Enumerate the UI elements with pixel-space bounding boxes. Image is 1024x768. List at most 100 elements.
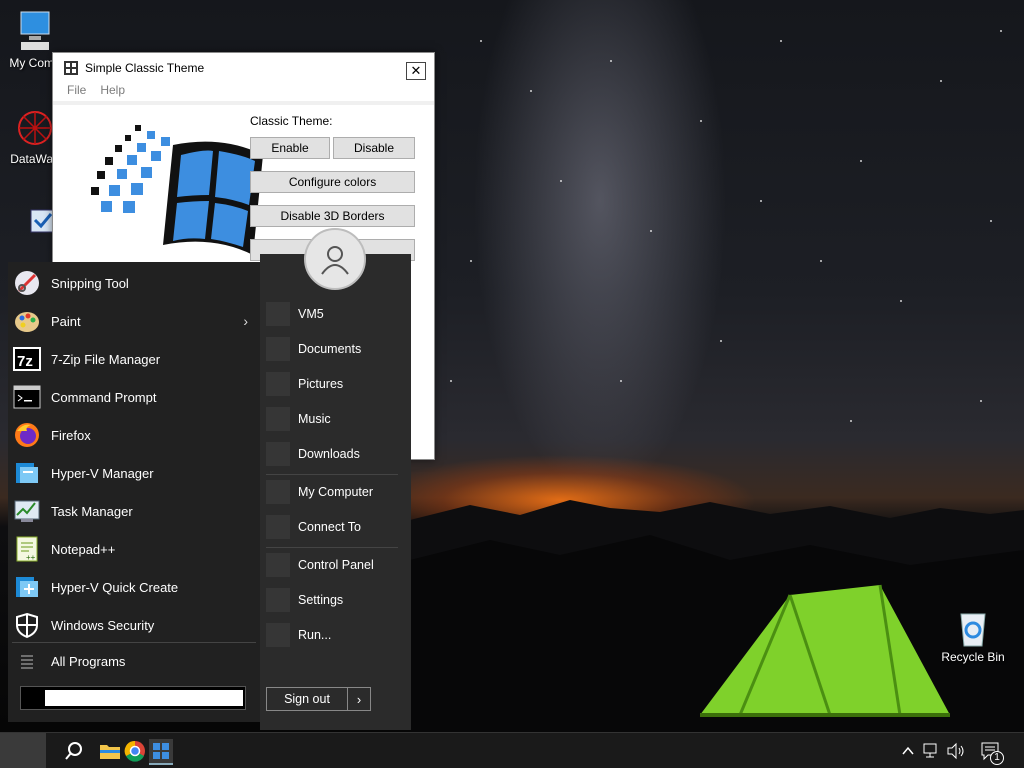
svg-text:7z: 7z <box>17 353 33 370</box>
place-label: Run... <box>298 628 332 642</box>
start-menu-places-pane: VM5 Documents Pictures Music Downloads M… <box>260 254 411 730</box>
program-label: Paint <box>51 313 81 329</box>
windows-flag-logo <box>91 125 263 255</box>
place-pictures[interactable]: Pictures <box>266 369 406 399</box>
classic-theme-icon[interactable] <box>149 739 173 765</box>
chevron-up-icon[interactable] <box>896 739 920 763</box>
place-control-panel[interactable]: Control Panel <box>266 550 406 580</box>
desktop-icon-label: Recycle Bin <box>941 650 1005 664</box>
search-icon[interactable] <box>62 739 86 763</box>
program-7zip[interactable]: 7z 7-Zip File Manager <box>8 340 260 378</box>
tent-illustration <box>700 584 950 717</box>
window-menubar: File Help <box>53 83 434 101</box>
program-command-prompt[interactable]: Command Prompt <box>8 378 260 416</box>
close-button[interactable]: ✕ <box>406 62 426 80</box>
program-snipping-tool[interactable]: Snipping Tool <box>8 264 260 302</box>
place-label: Connect To <box>298 520 362 534</box>
control-panel-icon <box>266 553 290 577</box>
file-explorer-icon[interactable] <box>98 739 122 763</box>
place-label: VM5 <box>298 307 324 321</box>
window-titlebar[interactable]: Simple Classic Theme <box>53 53 434 83</box>
paint-icon <box>12 306 42 336</box>
program-label: Hyper-V Quick Create <box>51 579 179 595</box>
window-title: Simple Classic Theme <box>85 61 205 75</box>
place-run[interactable]: Run... <box>266 620 406 650</box>
program-windows-security[interactable]: Windows Security <box>8 606 260 644</box>
program-label: Windows Security <box>51 617 155 633</box>
network-icon[interactable] <box>920 739 944 763</box>
sign-out-button[interactable]: Sign out <box>266 687 348 711</box>
classic-theme-label: Classic Theme: <box>250 114 333 128</box>
app-icon <box>63 60 79 76</box>
place-label: Documents <box>298 342 362 356</box>
network-icon <box>266 515 290 539</box>
datawag-icon <box>15 108 55 150</box>
power-options-arrow[interactable]: › <box>347 687 371 711</box>
place-music[interactable]: Music <box>266 404 406 434</box>
start-menu-programs-pane: Snipping Tool Paint › 7z 7-Zip File Mana… <box>8 262 260 722</box>
notepadpp-icon: ++ <box>12 534 42 564</box>
program-paint[interactable]: Paint › <box>8 302 260 340</box>
program-task-manager[interactable]: Task Manager <box>8 492 260 530</box>
svg-text:++: ++ <box>26 553 36 562</box>
place-documents[interactable]: Documents <box>266 334 406 364</box>
place-my-computer[interactable]: My Computer <box>266 477 406 507</box>
program-hyperv-quick-create[interactable]: Hyper-V Quick Create <box>8 568 260 606</box>
place-vm5[interactable]: VM5 <box>266 299 406 329</box>
program-label: Command Prompt <box>51 389 157 405</box>
task-manager-icon <box>12 496 42 526</box>
firefox-icon <box>12 420 42 450</box>
program-label: Firefox <box>51 427 91 443</box>
program-label: Task Manager <box>51 503 133 519</box>
hyperv-quick-create-icon <box>12 572 42 602</box>
desktop-icon-recycle-bin[interactable]: Recycle Bin <box>938 608 1008 664</box>
disable-3d-borders-button[interactable]: Disable 3D Borders <box>250 205 415 227</box>
place-label: My Computer <box>298 485 374 499</box>
all-programs-button[interactable]: All Programs <box>8 642 260 680</box>
configure-colors-button[interactable]: Configure colors <box>250 171 415 193</box>
hyperv-manager-icon <box>12 458 42 488</box>
enable-button[interactable]: Enable <box>250 137 330 159</box>
program-label: Snipping Tool <box>51 275 129 291</box>
program-hyperv-manager[interactable]: Hyper-V Manager <box>8 454 260 492</box>
menu-help[interactable]: Help <box>100 83 125 101</box>
place-downloads[interactable]: Downloads <box>266 439 406 469</box>
search-input[interactable] <box>45 690 243 706</box>
divider <box>266 474 398 475</box>
command-prompt-icon <box>12 382 42 412</box>
chrome-icon[interactable] <box>123 739 147 763</box>
music-icon <box>266 407 290 431</box>
user-icon <box>321 246 349 275</box>
place-connect-to[interactable]: Connect To <box>266 512 406 542</box>
shortcut-icon <box>15 206 55 246</box>
search-box[interactable] <box>20 686 246 710</box>
start-button[interactable] <box>0 733 46 768</box>
downloads-icon <box>266 442 290 466</box>
place-settings[interactable]: Settings <box>266 585 406 615</box>
all-programs-label: All Programs <box>51 653 126 669</box>
divider <box>266 547 398 548</box>
disable-button[interactable]: Disable <box>333 137 415 159</box>
computer-icon <box>266 480 290 504</box>
list-icon <box>12 646 42 676</box>
place-label: Settings <box>298 593 344 607</box>
place-label: Downloads <box>298 447 360 461</box>
user-avatar[interactable] <box>304 228 366 290</box>
notification-count: 1 <box>990 751 1004 765</box>
program-firefox[interactable]: Firefox <box>8 416 260 454</box>
7zip-icon: 7z <box>12 344 42 374</box>
program-notepadpp[interactable]: ++ Notepad++ <box>8 530 260 568</box>
program-label: Hyper-V Manager <box>51 465 154 481</box>
pictures-icon <box>266 372 290 396</box>
taskbar: 1 <box>0 732 1024 768</box>
place-label: Music <box>298 412 331 426</box>
computer-icon <box>15 10 55 54</box>
snipping-tool-icon <box>12 268 42 298</box>
recycle-bin-icon <box>953 608 993 648</box>
documents-icon <box>266 337 290 361</box>
place-label: Control Panel <box>298 558 374 572</box>
program-label: 7-Zip File Manager <box>51 351 161 367</box>
menu-file[interactable]: File <box>67 83 86 101</box>
volume-icon[interactable] <box>944 739 968 763</box>
place-label: Pictures <box>298 377 344 391</box>
